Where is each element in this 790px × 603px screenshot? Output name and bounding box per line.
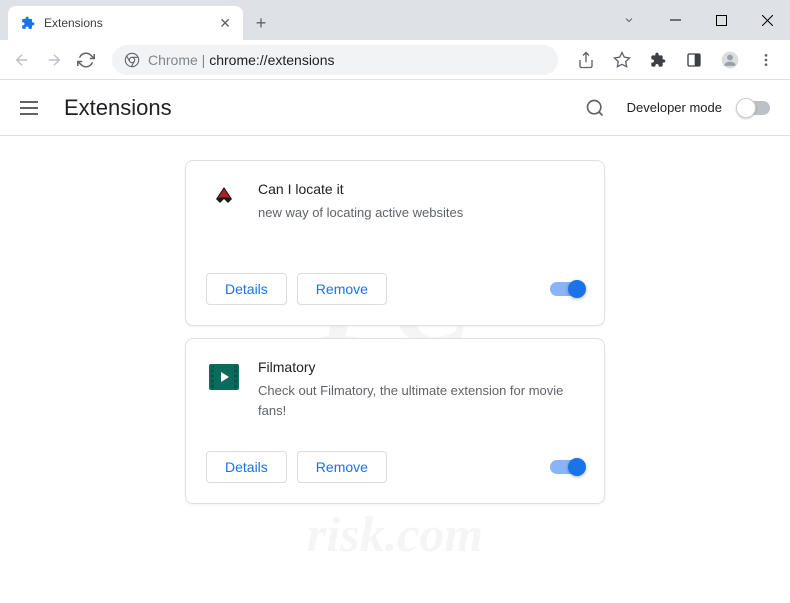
bookmark-icon[interactable]	[606, 44, 638, 76]
forward-button[interactable]	[40, 46, 68, 74]
extension-card: Can I locate it new way of locating acti…	[185, 160, 605, 326]
close-icon[interactable]: ✕	[219, 15, 231, 32]
window-titlebar: Extensions ✕ +	[0, 0, 790, 40]
maximize-button[interactable]	[698, 4, 744, 36]
browser-toolbar: Chrome | chrome://extensions	[0, 40, 790, 80]
page-header: Extensions Developer mode	[0, 80, 790, 136]
new-tab-button[interactable]: +	[247, 9, 275, 37]
extension-description: Check out Filmatory, the ultimate extens…	[258, 381, 584, 420]
sidepanel-icon[interactable]	[678, 44, 710, 76]
reload-button[interactable]	[72, 46, 100, 74]
remove-button[interactable]: Remove	[297, 273, 387, 305]
enable-toggle[interactable]	[550, 282, 584, 296]
extension-icon	[206, 359, 242, 395]
tab-title: Extensions	[44, 16, 211, 30]
window-controls	[606, 0, 790, 40]
search-icon[interactable]	[579, 92, 611, 124]
browser-tab[interactable]: Extensions ✕	[8, 6, 243, 40]
details-button[interactable]: Details	[206, 273, 287, 305]
address-bar[interactable]: Chrome | chrome://extensions	[112, 45, 558, 75]
extension-card: Filmatory Check out Filmatory, the ultim…	[185, 338, 605, 504]
extensions-list: Can I locate it new way of locating acti…	[0, 136, 790, 528]
extension-name: Filmatory	[258, 359, 584, 375]
extension-name: Can I locate it	[258, 181, 584, 197]
hamburger-icon[interactable]	[20, 96, 44, 120]
chrome-icon	[124, 52, 140, 68]
details-button[interactable]: Details	[206, 451, 287, 483]
share-icon[interactable]	[570, 44, 602, 76]
extension-icon	[206, 181, 242, 217]
extension-description: new way of locating active websites	[258, 203, 584, 223]
developer-mode-toggle[interactable]	[738, 101, 770, 115]
developer-mode-label: Developer mode	[627, 100, 722, 115]
menu-icon[interactable]	[750, 44, 782, 76]
back-button[interactable]	[8, 46, 36, 74]
chevron-down-icon[interactable]	[606, 4, 652, 36]
puzzle-icon	[20, 15, 36, 31]
enable-toggle[interactable]	[550, 460, 584, 474]
profile-icon[interactable]	[714, 44, 746, 76]
address-text: Chrome | chrome://extensions	[148, 52, 335, 68]
extensions-icon[interactable]	[642, 44, 674, 76]
close-window-button[interactable]	[744, 4, 790, 36]
page-title: Extensions	[64, 95, 172, 121]
remove-button[interactable]: Remove	[297, 451, 387, 483]
minimize-button[interactable]	[652, 4, 698, 36]
